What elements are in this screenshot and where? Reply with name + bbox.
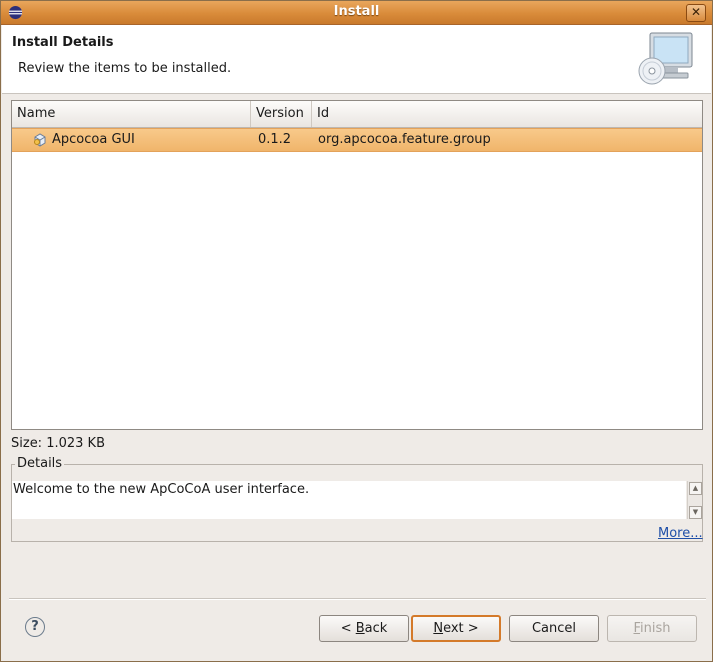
column-header-id[interactable]: Id (312, 101, 702, 127)
window-title: Install (333, 4, 380, 19)
button-bar-separator (9, 598, 706, 600)
back-button-prefix: < (340, 621, 356, 636)
back-button-mnemonic: B (355, 621, 365, 636)
next-button-rest: ext > (443, 621, 479, 636)
item-name: Apcocoa GUI (52, 132, 135, 147)
close-icon: ✕ (690, 5, 702, 19)
table-header: Name Version Id (12, 101, 702, 128)
item-id: org.apcocoa.feature.group (318, 132, 491, 147)
cancel-button-label: Cancel (531, 621, 577, 636)
column-header-name[interactable]: Name (12, 101, 251, 127)
install-items-table[interactable]: Name Version Id Apcocoa GUI 0.1.2 org.ap… (11, 100, 703, 430)
finish-button[interactable]: Finish (607, 615, 697, 642)
help-button[interactable]: ? (25, 617, 45, 637)
close-button[interactable]: ✕ (686, 4, 706, 22)
details-legend: Details (15, 456, 65, 471)
install-window: Install ✕ Install Details Review the ite… (0, 0, 713, 662)
wizard-header: Install Details Review the items to be i… (2, 25, 711, 94)
back-button[interactable]: < Back (319, 615, 409, 642)
next-button[interactable]: Next > (411, 615, 501, 642)
details-text: Welcome to the new ApCoCoA user interfac… (13, 482, 310, 497)
more-link[interactable]: More... (658, 526, 703, 541)
details-text-area[interactable]: Welcome to the new ApCoCoA user interfac… (12, 481, 686, 519)
details-scrollbar[interactable]: ▲ ▼ (687, 481, 702, 519)
title-bar[interactable]: Install ✕ (1, 1, 712, 25)
table-row[interactable]: Apcocoa GUI 0.1.2 org.apcocoa.feature.gr… (12, 128, 702, 152)
install-cd-icon (638, 32, 693, 85)
cancel-button[interactable]: Cancel (509, 615, 599, 642)
finish-button-rest: inish (640, 621, 671, 636)
page-description: Review the items to be installed. (18, 61, 232, 76)
column-header-version[interactable]: Version (251, 101, 312, 127)
scroll-up-icon[interactable]: ▲ (689, 482, 702, 495)
page-title: Install Details (12, 35, 114, 50)
feature-plugin-icon (34, 133, 46, 147)
size-label: Size: 1.023 KB (11, 436, 105, 451)
scroll-down-icon[interactable]: ▼ (689, 506, 702, 519)
help-icon: ? (31, 619, 39, 634)
next-button-mnemonic: N (433, 621, 444, 636)
back-button-rest: ack (364, 621, 388, 636)
item-version: 0.1.2 (258, 132, 292, 147)
